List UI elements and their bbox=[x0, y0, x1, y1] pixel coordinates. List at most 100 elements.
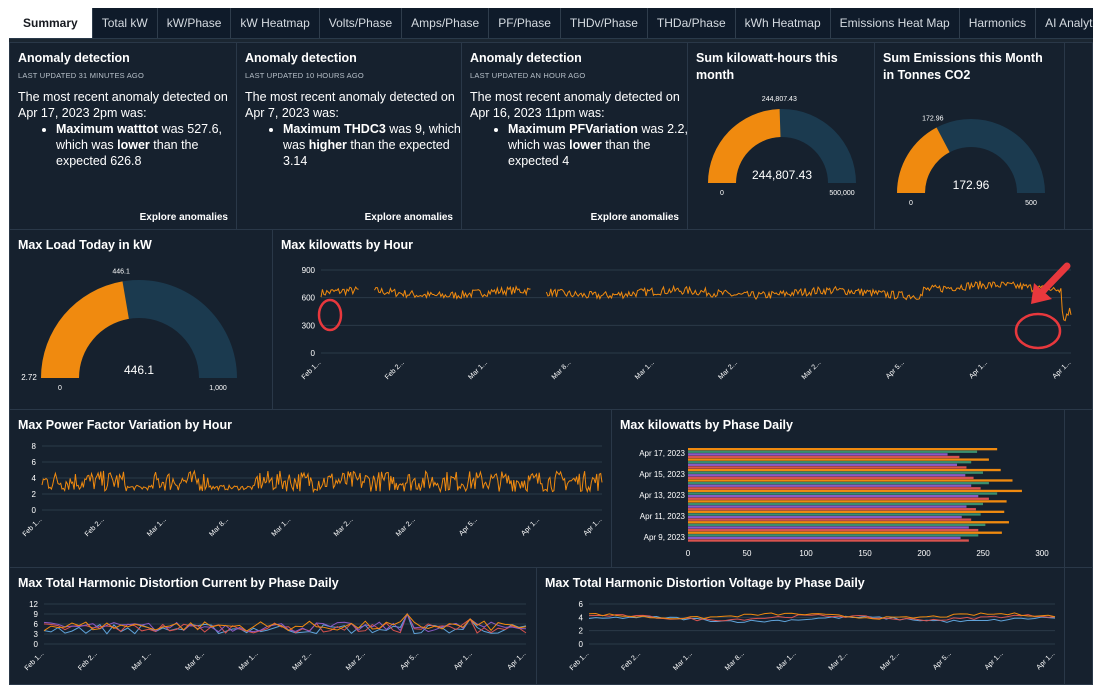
anomaly-text: The most recent anomaly detected on Apr … bbox=[470, 89, 687, 169]
y-tick-label: Apr 11, 2023 bbox=[640, 512, 686, 521]
panel-title: Max kilowatts by Hour bbox=[281, 238, 413, 252]
y-tick-label: 4 bbox=[579, 613, 584, 622]
x-tick-label: Apr 1... bbox=[1035, 650, 1056, 671]
tab-kw-heatmap[interactable]: kW Heatmap bbox=[231, 8, 320, 38]
y-tick-label: 2 bbox=[32, 490, 37, 499]
series-line bbox=[320, 280, 1072, 322]
y-tick-label: 4 bbox=[32, 474, 37, 483]
explore-anomalies-link[interactable]: Explore anomalies bbox=[140, 212, 228, 223]
tab-thdv-phase[interactable]: THDv/Phase bbox=[561, 8, 648, 38]
panel-title: Max Power Factor Variation by Hour bbox=[18, 418, 232, 432]
last-updated: LAST UPDATED AN HOUR AGO bbox=[470, 71, 586, 80]
empty-panel bbox=[1064, 567, 1093, 685]
bar bbox=[688, 500, 1007, 503]
x-tick-label: Feb 2... bbox=[84, 516, 106, 538]
x-tick-label: 100 bbox=[799, 549, 813, 558]
bar bbox=[688, 463, 958, 466]
last-updated: LAST UPDATED 31 MINUTES AGO bbox=[18, 71, 144, 80]
y-tick-label: 600 bbox=[302, 294, 316, 303]
x-tick-label: Apr 5... bbox=[932, 650, 953, 671]
tab-ai-analytic[interactable]: AI Analytic bbox=[1036, 8, 1093, 38]
anomaly-panel-2: Anomaly detection LAST UPDATED 10 HOURS … bbox=[236, 42, 462, 230]
gauge-value: 244,807.43 bbox=[752, 168, 812, 182]
x-tick-label: Mar 2... bbox=[801, 359, 823, 381]
x-tick-label: Apr 1... bbox=[1051, 359, 1072, 380]
bar bbox=[688, 455, 960, 459]
pf-variation-chart: 8 6 4 2 0Feb 1... Feb 2... Mar 1... Mar 8... Mar… bbox=[22, 442, 604, 538]
series-line bbox=[41, 469, 603, 494]
dashboard: Summary Total kW kW/Phase kW Heatmap Vol… bbox=[9, 8, 1093, 685]
x-tick-label: Apr 1... bbox=[582, 516, 603, 537]
y-tick-label: 0 bbox=[579, 640, 584, 649]
kwh-gauge: 244,807.43 244,807.43 0 500,000 bbox=[708, 96, 856, 197]
bar bbox=[688, 523, 986, 527]
y-tick-label: 3 bbox=[34, 630, 39, 639]
gauge-max-label: 500,000 bbox=[829, 190, 854, 197]
anomaly-text: The most recent anomaly detected on Apr … bbox=[245, 89, 461, 169]
gauge-min-label: 0 bbox=[909, 200, 913, 207]
x-tick-label: Mar 1... bbox=[634, 359, 656, 381]
bar bbox=[688, 528, 979, 532]
explore-anomalies-link[interactable]: Explore anomalies bbox=[591, 212, 679, 223]
anomaly-panel-1: Anomaly detection LAST UPDATED 31 MINUTE… bbox=[9, 42, 237, 230]
bar bbox=[688, 458, 989, 461]
bar bbox=[688, 461, 972, 464]
bar bbox=[688, 476, 974, 480]
x-tick-label: Apr 5... bbox=[399, 650, 420, 671]
x-tick-label: 250 bbox=[976, 549, 990, 558]
bar bbox=[688, 513, 981, 516]
anomaly-metric: Maximum PFVariation bbox=[508, 122, 638, 136]
anomaly-intro: The most recent anomaly detected on Apr … bbox=[18, 90, 228, 120]
max-load-gauge-panel: Max Load Today in kW 446.1 446.1 0 1,000 2.7… bbox=[9, 229, 273, 410]
bar bbox=[688, 521, 1009, 524]
x-tick-label: Mar 1... bbox=[672, 650, 694, 672]
x-tick-label: Apr 1... bbox=[984, 650, 1005, 671]
x-tick-label: Mar 8... bbox=[208, 516, 230, 538]
gauge-max-label: 1,000 bbox=[209, 385, 227, 392]
bar bbox=[688, 481, 989, 485]
last-updated: LAST UPDATED 10 HOURS AGO bbox=[245, 71, 364, 80]
y-tick-label: 300 bbox=[302, 321, 316, 330]
tab-emissions-heat-map[interactable]: Emissions Heat Map bbox=[831, 8, 960, 38]
panel-title: Anomaly detection bbox=[18, 51, 130, 65]
x-tick-label: Mar 2... bbox=[717, 359, 739, 381]
bar bbox=[688, 508, 976, 511]
x-tick-label: Apr 5... bbox=[458, 516, 479, 537]
bar bbox=[688, 515, 962, 519]
x-tick-label: Apr 1... bbox=[453, 650, 474, 671]
x-tick-label: Mar 8... bbox=[551, 359, 573, 381]
tab-harmonics[interactable]: Harmonics bbox=[960, 8, 1037, 38]
y-tick-label: 0 bbox=[32, 506, 37, 515]
tab-pf-phase[interactable]: PF/Phase bbox=[489, 8, 561, 38]
tab-summary[interactable]: Summary bbox=[9, 8, 93, 38]
gauge-start-label: 2.72 bbox=[21, 373, 37, 382]
tab-amps-phase[interactable]: Amps/Phase bbox=[402, 8, 490, 38]
x-tick-label: 50 bbox=[743, 549, 752, 558]
tab-bar: Summary Total kW kW/Phase kW Heatmap Vol… bbox=[9, 8, 1093, 39]
y-tick-label: 6 bbox=[32, 458, 37, 467]
panel-title: Sum Emissions this Month in Tonnes CO2 bbox=[883, 51, 1043, 82]
gauge-top-label: 244,807.43 bbox=[762, 96, 797, 103]
tab-thda-phase[interactable]: THDa/Phase bbox=[648, 8, 736, 38]
x-tick-label: 0 bbox=[686, 549, 691, 558]
y-tick-label: 9 bbox=[34, 610, 39, 619]
tab-total-kw[interactable]: Total kW bbox=[93, 8, 158, 38]
y-tick-label: Apr 17, 2023 bbox=[639, 449, 685, 458]
gauge-min-label: 0 bbox=[720, 190, 724, 197]
bar bbox=[688, 450, 978, 453]
x-tick-label: Feb 2... bbox=[77, 650, 99, 672]
gauge-max-label: 500 bbox=[1025, 200, 1037, 207]
tab-volts-phase[interactable]: Volts/Phase bbox=[320, 8, 403, 38]
bar bbox=[688, 484, 972, 487]
anomaly-intro: The most recent anomaly detected on Apr … bbox=[470, 90, 680, 120]
tab-kwh-heatmap[interactable]: kWh Heatmap bbox=[736, 8, 831, 38]
kw-phase-daily-panel: Max kilowatts by Phase Daily 0 50 100 150 20… bbox=[611, 409, 1065, 568]
explore-anomalies-link[interactable]: Explore anomalies bbox=[365, 212, 453, 223]
y-tick-label: 8 bbox=[32, 442, 37, 451]
anomaly-direction: higher bbox=[308, 138, 347, 152]
panel-title: Anomaly detection bbox=[245, 51, 357, 65]
panel-title: Max Total Harmonic Distortion Current by… bbox=[18, 576, 339, 590]
tab-kw-phase[interactable]: kW/Phase bbox=[158, 8, 232, 38]
y-tick-label: 0 bbox=[311, 349, 316, 358]
y-tick-label: 6 bbox=[34, 620, 39, 629]
